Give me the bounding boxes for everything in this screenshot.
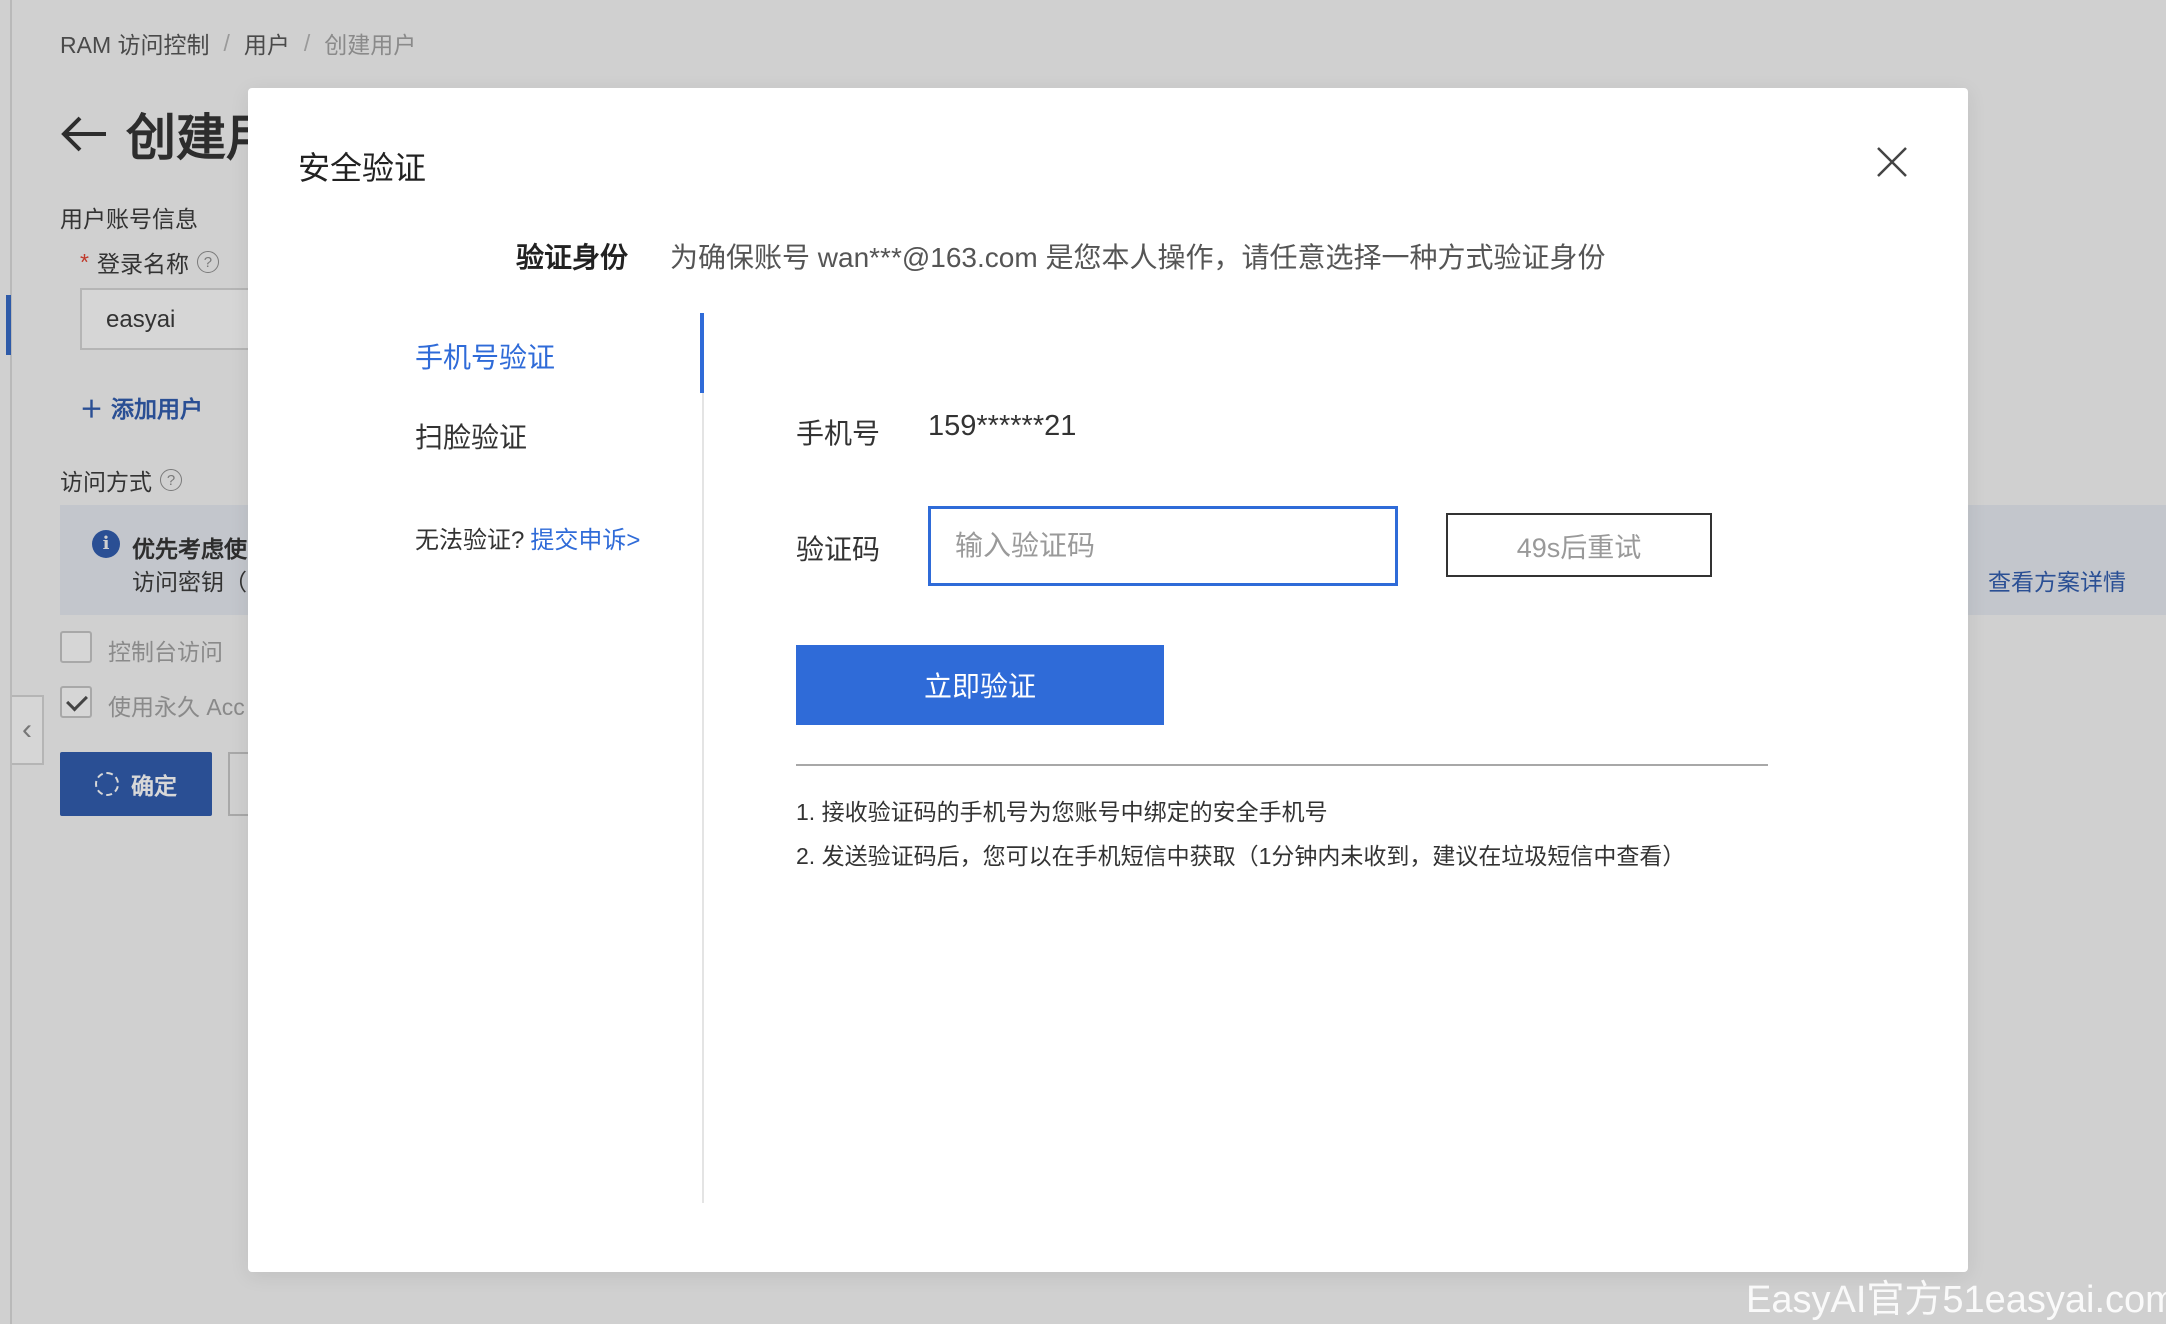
- nav-active-indicator: [700, 313, 704, 393]
- breadcrumb: RAM 访问控制 / 用户 / 创建用户: [60, 26, 416, 60]
- verification-code-input[interactable]: [928, 506, 1398, 586]
- submit-appeal-link[interactable]: 提交申诉>: [530, 520, 640, 555]
- page-title: 创建用: [60, 98, 276, 170]
- tips-divider: [796, 764, 1768, 766]
- sidebar-edge: [10, 0, 12, 1324]
- nav-divider: [702, 313, 704, 1203]
- code-label: 验证码: [796, 534, 881, 565]
- phone-value: 159******21: [928, 410, 1077, 442]
- console-access-checkbox[interactable]: [60, 631, 92, 663]
- verify-identity-desc: 为确保账号 wan***@163.com 是您本人操作，请任意选择一种方式验证身…: [670, 242, 1606, 273]
- login-name-label: * 登录名称 ?: [80, 245, 219, 279]
- security-verification-dialog: 安全验证 验证身份 为确保账号 wan***@163.com 是您本人操作，请任…: [248, 88, 1968, 1272]
- breadcrumb-item[interactable]: 用户: [244, 26, 290, 60]
- breadcrumb-separator: /: [303, 29, 311, 56]
- tip-item: 1. 接收验证码的手机号为您账号中绑定的安全手机号: [796, 799, 1328, 825]
- sidebar-active-marker: [6, 295, 11, 355]
- add-user-link[interactable]: ＋ 添加用户: [80, 390, 203, 424]
- breadcrumb-item[interactable]: RAM 访问控制: [60, 26, 210, 60]
- plus-icon: ＋: [80, 396, 103, 422]
- close-icon[interactable]: [1874, 144, 1910, 180]
- back-arrow-icon[interactable]: [60, 114, 108, 154]
- watermark: EasyAI官方51easyai.com: [1746, 1279, 2166, 1321]
- verify-identity-label: 验证身份: [516, 242, 629, 273]
- view-solution-link[interactable]: 查看方案详情: [1988, 563, 2126, 597]
- info-banner-title: 优先考虑使: [132, 536, 247, 562]
- console-access-label: 控制台访问: [108, 639, 223, 665]
- tip-item: 2. 发送验证码后，您可以在手机短信中获取（1分钟内未收到，建议在垃圾短信中查看…: [796, 843, 1686, 869]
- loading-spinner-icon: [95, 772, 119, 796]
- access-method-label: 访问方式 ?: [60, 463, 182, 497]
- info-icon: i: [92, 530, 120, 558]
- required-mark: *: [80, 248, 89, 275]
- info-banner-text: 访问密钥（: [132, 569, 247, 595]
- resend-code-button[interactable]: 49s后重试: [1446, 513, 1712, 577]
- help-icon[interactable]: ?: [196, 251, 219, 273]
- help-icon[interactable]: ?: [160, 469, 182, 491]
- tab-face-verification[interactable]: 扫脸验证: [415, 416, 527, 456]
- collapse-sidebar-button[interactable]: ‹: [12, 695, 44, 765]
- permanent-access-checkbox[interactable]: [60, 686, 92, 718]
- cant-verify-row: 无法验证? 提交申诉>: [415, 520, 640, 555]
- breadcrumb-current: 创建用户: [324, 32, 417, 58]
- phone-label: 手机号: [796, 418, 881, 449]
- cant-verify-text: 无法验证?: [415, 527, 525, 554]
- verify-identity-row: 验证身份 为确保账号 wan***@163.com 是您本人操作，请任意选择一种…: [516, 236, 1605, 276]
- section-account-label: 用户账号信息: [60, 206, 198, 232]
- verify-now-button[interactable]: 立即验证: [796, 645, 1164, 725]
- dialog-title: 安全验证: [298, 150, 427, 186]
- tab-phone-verification[interactable]: 手机号验证: [415, 336, 555, 376]
- chevron-left-icon: ‹: [22, 713, 32, 746]
- confirm-button[interactable]: 确定: [60, 752, 212, 816]
- breadcrumb-separator: /: [223, 29, 230, 56]
- permanent-access-label: 使用永久 Acc: [108, 694, 245, 720]
